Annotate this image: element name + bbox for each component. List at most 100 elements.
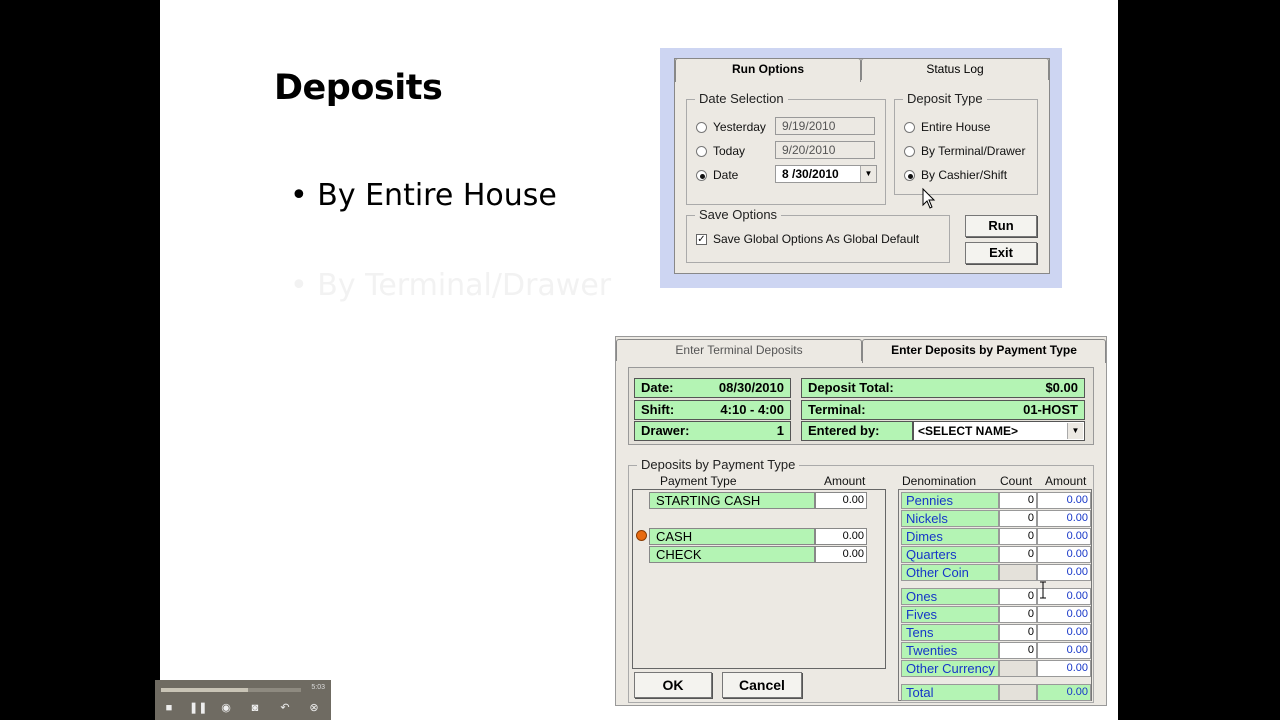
cancel-button[interactable]: Cancel [722, 672, 802, 698]
save-options-group: Save Options ✓ Save Global Options As Gl… [686, 207, 950, 263]
denom-row-nickels[interactable]: Nickels 0 0.00 [901, 510, 1091, 527]
payment-row-check[interactable]: CHECK 0.00 [649, 546, 867, 563]
denom-amount[interactable]: 0.00 [1037, 660, 1091, 677]
total-label: Total [901, 684, 999, 701]
tab-enter-deposits-by-payment-type[interactable]: Enter Deposits by Payment Type [862, 339, 1106, 363]
denom-amount[interactable]: 0.00 [1037, 564, 1091, 581]
denom-amount[interactable]: 0.00 [1037, 492, 1091, 509]
mouse-pointer-icon [922, 187, 936, 209]
count-header: Count [1000, 474, 1033, 488]
denom-amount[interactable]: 0.00 [1037, 606, 1091, 623]
denom-row-quarters[interactable]: Quarters 0 0.00 [901, 546, 1091, 563]
slide-title: Deposits [274, 68, 443, 108]
denom-row-pennies[interactable]: Pennies 0 0.00 [901, 492, 1091, 509]
entered-by-select[interactable]: <SELECT NAME> ▼ [913, 421, 1085, 441]
denom-name: Twenties [901, 642, 999, 659]
pause-icon[interactable]: ❚❚ [189, 701, 207, 715]
record-icon[interactable]: ◉ [218, 701, 234, 715]
save-global-checkbox-row[interactable]: ✓ Save Global Options As Global Default [696, 232, 919, 246]
denom-amount[interactable]: 0.00 [1037, 510, 1091, 527]
radio-yesterday[interactable]: Yesterday [696, 120, 766, 134]
payment-type-amount[interactable]: 0.00 [815, 528, 867, 545]
run-button[interactable]: Run [965, 215, 1037, 237]
deposit-total-row: Deposit Total: $0.00 [801, 378, 1085, 398]
seek-bar[interactable] [161, 688, 301, 692]
denom-count[interactable]: 0 [999, 588, 1037, 605]
denom-amount[interactable]: 0.00 [1037, 624, 1091, 641]
denom-count[interactable]: 0 [999, 492, 1037, 509]
exit-button[interactable]: Exit [965, 242, 1037, 264]
denom-count[interactable]: 0 [999, 624, 1037, 641]
denom-count[interactable]: 0 [999, 528, 1037, 545]
radio-date[interactable]: Date [696, 168, 738, 182]
save-global-checkbox[interactable]: ✓ [696, 233, 707, 245]
player-time: 5:03 [311, 684, 325, 691]
tab-run-options[interactable]: Run Options [675, 58, 861, 82]
shift-row: Shift: 4:10 - 4:00 [634, 400, 791, 420]
denom-count[interactable]: 0 [999, 546, 1037, 563]
tab-status-log[interactable]: Status Log [861, 58, 1049, 80]
payment-type-name: CHECK [649, 546, 815, 563]
denom-amount[interactable]: 0.00 [1037, 642, 1091, 659]
radio-entire-house-indicator[interactable] [904, 121, 915, 133]
radio-yesterday-label: Yesterday [713, 120, 766, 134]
deposit-total-value: $0.00 [1045, 380, 1078, 395]
ok-button[interactable]: OK [634, 672, 712, 698]
date-selection-legend: Date Selection [695, 91, 788, 106]
radio-cashier-shift-indicator[interactable] [904, 169, 915, 181]
denom-row-fives[interactable]: Fives 0 0.00 [901, 606, 1091, 623]
denom-row-dimes[interactable]: Dimes 0 0.00 [901, 528, 1091, 545]
denom-amount-header: Amount [1045, 474, 1087, 488]
payment-type-amount[interactable]: 0.00 [815, 546, 867, 563]
rewind-icon[interactable]: ↶ [277, 701, 293, 715]
denom-count[interactable]: 0 [999, 642, 1037, 659]
denom-row-other-coin[interactable]: Other Coin 0.00 [901, 564, 1091, 581]
entered-by-label: Entered by: [808, 423, 880, 438]
payment-row-cash[interactable]: CASH 0.00 [649, 528, 867, 545]
chevron-down-icon[interactable]: ▼ [1067, 423, 1083, 439]
radio-date-indicator[interactable] [696, 169, 707, 181]
radio-terminal-drawer-indicator[interactable] [904, 145, 915, 157]
payment-row-starting-cash[interactable]: STARTING CASH 0.00 [649, 492, 867, 509]
denom-amount[interactable]: 0.00 [1037, 546, 1091, 563]
denom-row-other-currency[interactable]: Other Currency 0.00 [901, 660, 1091, 677]
radio-today-indicator[interactable] [696, 145, 707, 157]
denom-amount[interactable]: 0.00 [1037, 528, 1091, 545]
run-options-body: Run Options Status Log Date Selection Ye… [674, 58, 1050, 274]
stop-icon[interactable]: ■ [161, 701, 177, 715]
today-date-field: 9/20/2010 [775, 141, 875, 159]
radio-entire-house[interactable]: Entire House [904, 120, 990, 134]
denom-count[interactable]: 0 [999, 510, 1037, 527]
tab-enter-terminal-deposits[interactable]: Enter Terminal Deposits [616, 339, 862, 361]
denom-name: Other Coin [901, 564, 999, 581]
date-label: Date: [641, 380, 674, 395]
denomination-table: Pennies 0 0.00 Nickels 0 0.00 Dimes 0 0.… [898, 489, 1092, 701]
save-options-legend: Save Options [695, 207, 782, 222]
denom-row-ones[interactable]: Ones 0 0.00 [901, 588, 1091, 605]
shift-value: 4:10 - 4:00 [720, 402, 784, 417]
date-picker[interactable]: 8 /30/2010 ▼ [775, 165, 877, 183]
denom-name: Tens [901, 624, 999, 641]
chevron-down-icon[interactable]: ▼ [860, 166, 876, 182]
payment-type-amount[interactable]: 0.00 [815, 492, 867, 509]
terminal-row: Terminal: 01-HOST [801, 400, 1085, 420]
denom-count[interactable]: 0 [999, 606, 1037, 623]
total-count [999, 684, 1037, 701]
radio-cashier-shift-label: By Cashier/Shift [921, 168, 1008, 182]
radio-yesterday-indicator[interactable] [696, 121, 707, 133]
radio-terminal-drawer[interactable]: By Terminal/Drawer [904, 144, 1025, 158]
denom-count [999, 660, 1037, 677]
denom-row-twenties[interactable]: Twenties 0 0.00 [901, 642, 1091, 659]
denom-name: Ones [901, 588, 999, 605]
radio-cashier-shift[interactable]: By Cashier/Shift [904, 168, 1007, 182]
close-icon[interactable]: ⊗ [306, 701, 322, 715]
denom-row-tens[interactable]: Tens 0 0.00 [901, 624, 1091, 641]
date-picker-value: 8 /30/2010 [782, 167, 839, 181]
denom-name: Quarters [901, 546, 999, 563]
radio-entire-house-label: Entire House [921, 120, 991, 134]
volume-icon[interactable]: ◙ [247, 701, 263, 715]
player-controls: 5:03 ■ ❚❚ ◉ ◙ ↶ ⊗ [155, 680, 331, 720]
radio-today[interactable]: Today [696, 144, 745, 158]
deposits-dialog: Enter Terminal Deposits Enter Deposits b… [615, 336, 1107, 706]
denom-name: Fives [901, 606, 999, 623]
